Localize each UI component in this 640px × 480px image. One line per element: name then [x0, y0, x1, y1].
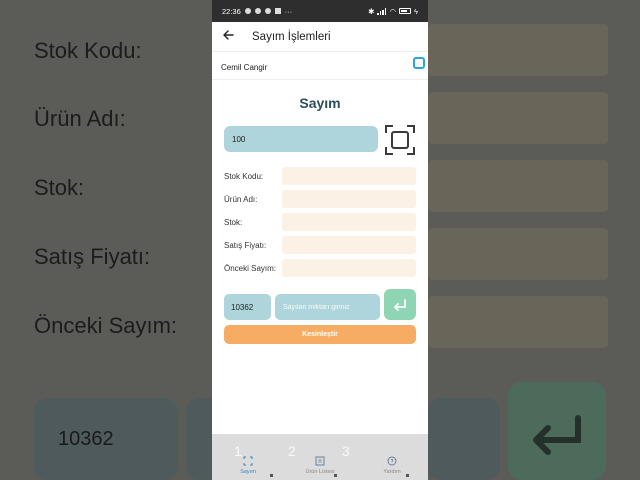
help-icon [387, 456, 397, 466]
nav-label-sayim: Sayım [240, 469, 256, 475]
bg-field [428, 24, 608, 76]
bg-enter-pill [508, 382, 606, 480]
label-urun-adi: Ürün Adı: [224, 195, 258, 204]
bg-label-satis-fiyati: Satış Fiyatı: [34, 244, 151, 269]
scan-value-input[interactable]: 100 [224, 126, 378, 152]
app-logo-icon [413, 57, 425, 69]
bg-label-urun-adi: Ürün Adı: [34, 106, 126, 131]
status-more: ··· [284, 6, 293, 16]
nav-item-sayim[interactable]: Sayım [212, 456, 284, 475]
signal-icon [377, 7, 387, 15]
status-bar: 22:36 ··· ✱ ◠ ϟ [212, 0, 428, 22]
scan-frame-icon[interactable] [384, 124, 416, 156]
scan-frame-icon [243, 456, 253, 466]
amount-input[interactable] [275, 294, 380, 320]
phone-screen: 22:36 ··· ✱ ◠ ϟ Sayım İşlemleri Cemil Ca… [212, 0, 428, 480]
user-name: Cemil Cangir [221, 63, 268, 72]
nav-dot [270, 474, 273, 477]
status-time: 22:36 [222, 6, 241, 16]
bluetooth-icon: ✱ [368, 6, 375, 16]
bg-field [428, 160, 608, 212]
bg-field [428, 296, 608, 348]
bg-label-stok-kodu: Stok Kodu: [34, 38, 142, 63]
cloud-icon [264, 8, 271, 14]
value-satis-fiyati [282, 236, 416, 254]
label-stok-kodu: Stok Kodu: [224, 172, 264, 181]
wifi-icon: ◠ [389, 6, 397, 16]
confirm-button[interactable]: Kesinleştir [224, 325, 416, 344]
alarm-icon [244, 8, 251, 14]
barcode-field[interactable]: 10362 [224, 294, 271, 320]
value-stok-kodu [282, 167, 416, 185]
battery-icon [399, 8, 412, 14]
value-urun-adi [282, 190, 416, 208]
nav-dot [406, 474, 409, 477]
bg-amount-pill-right [428, 398, 500, 480]
bg-label-stok: Stok: [34, 175, 85, 200]
section-title: Sayım [299, 95, 341, 111]
value-stok [282, 213, 416, 231]
nav-item-urun-listesi[interactable]: Ürün Listesi [284, 456, 356, 475]
charging-icon: ϟ [414, 6, 418, 16]
gallery-icon [274, 8, 281, 14]
label-satis-fiyati: Satış Fiyatı: [224, 241, 267, 250]
notification-icon [254, 8, 261, 14]
bg-enter-icon [533, 415, 581, 455]
bg-barcode-text: 10362 [58, 428, 114, 450]
bg-field [428, 228, 608, 280]
enter-return-icon [394, 298, 406, 311]
arrow-left-icon[interactable] [222, 29, 244, 44]
list-icon [315, 456, 325, 466]
nav-dot [334, 474, 337, 477]
user-row: Cemil Cangir [212, 56, 428, 80]
label-onceki-sayim: Önceki Sayım: [224, 264, 277, 273]
nav-label-urun-listesi: Ürün Listesi [305, 469, 335, 475]
bg-field [428, 92, 608, 144]
nav-item-yardim[interactable]: Yardım [356, 456, 428, 475]
page-title: Sayım İşlemleri [252, 30, 331, 43]
bg-label-onceki-sayim: Önceki Sayım: [34, 313, 178, 338]
enter-button[interactable] [384, 289, 416, 320]
label-stok: Stok: [224, 218, 243, 227]
nav-label-yardim: Yardım [383, 469, 401, 475]
app-bar: Sayım İşlemleri [212, 22, 428, 52]
value-onceki-sayim [282, 259, 416, 277]
